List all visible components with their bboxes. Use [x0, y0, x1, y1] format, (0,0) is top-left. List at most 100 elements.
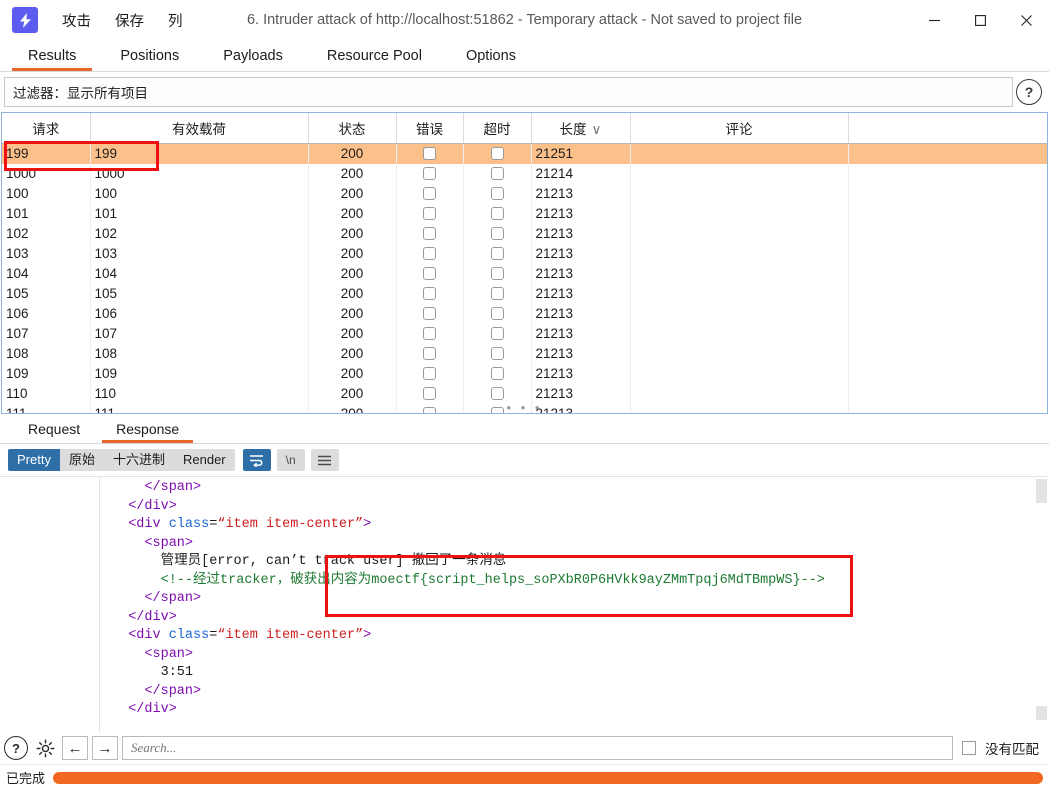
response-body-viewer[interactable]: </span> </div> <div class=“item item-cen…: [0, 476, 1049, 732]
table-row[interactable]: 105 105 200 21213: [2, 283, 1047, 304]
table-row[interactable]: 102 102 200 21213: [2, 223, 1047, 244]
tab-positions[interactable]: Positions: [98, 44, 201, 71]
timeout-checkbox[interactable]: [490, 147, 504, 161]
panel-splitter-handle[interactable]: • • •: [2, 401, 1047, 413]
table-row[interactable]: 106 106 200 21213: [2, 303, 1047, 324]
column-header-status[interactable]: 状态: [308, 113, 397, 144]
menu-item-attack[interactable]: 攻击: [50, 6, 103, 35]
error-checkbox[interactable]: [423, 187, 436, 201]
error-checkbox[interactable]: [423, 267, 436, 281]
cell-error: [396, 163, 464, 184]
timeout-checkbox[interactable]: [490, 227, 504, 241]
column-header-request[interactable]: 请求: [2, 113, 91, 144]
error-checkbox[interactable]: [423, 167, 436, 181]
table-row[interactable]: 104 104 200 21213: [2, 263, 1047, 284]
code-token-tag: <span>: [112, 646, 194, 662]
cell-status: 200: [308, 343, 397, 364]
table-row[interactable]: 107 107 200 21213: [2, 323, 1047, 344]
code-vertical-scrollbar-thumb[interactable]: [1036, 479, 1047, 503]
code-token-attr: class: [168, 517, 210, 532]
gear-icon[interactable]: [32, 735, 58, 761]
cell-timeout: [463, 203, 532, 224]
timeout-checkbox[interactable]: [490, 387, 504, 401]
show-newlines-icon[interactable]: \n: [276, 449, 305, 471]
search-option-checkbox[interactable]: [962, 741, 976, 755]
table-row[interactable]: 199 199 200 21251: [2, 143, 1047, 164]
search-prev-button[interactable]: ←: [62, 736, 88, 760]
error-checkbox[interactable]: [423, 367, 436, 381]
close-button[interactable]: [1003, 0, 1049, 40]
timeout-checkbox[interactable]: [490, 327, 504, 341]
table-row[interactable]: 109 109 200 21213: [2, 363, 1047, 384]
burp-intruder-window: 攻击 保存 列 6. Intruder attack of http://loc…: [0, 0, 1049, 790]
menu-item-save[interactable]: 保存: [103, 6, 156, 35]
tab-request[interactable]: Request: [10, 418, 98, 443]
column-header-payload[interactable]: 有效载荷: [90, 113, 309, 144]
error-checkbox[interactable]: [423, 387, 436, 401]
code-vertical-scrollbar-thumb-lower[interactable]: [1036, 706, 1047, 720]
cell-request: 199: [2, 143, 91, 164]
table-row[interactable]: 101 101 200 21213: [2, 203, 1047, 224]
code-token-str: “item item-center”: [217, 628, 364, 643]
table-row[interactable]: 103 103 200 21213: [2, 243, 1047, 264]
minimize-button[interactable]: [911, 0, 957, 40]
error-checkbox[interactable]: [423, 327, 436, 341]
search-input[interactable]: [122, 736, 953, 760]
word-wrap-icon[interactable]: [242, 449, 271, 471]
cell-length: 21213: [531, 183, 631, 204]
timeout-checkbox[interactable]: [490, 287, 504, 301]
window-controls: [911, 0, 1049, 40]
error-checkbox[interactable]: [423, 287, 436, 301]
view-mode-hex[interactable]: 十六进制: [104, 449, 174, 471]
view-mode-raw[interactable]: 原始: [60, 449, 104, 471]
search-next-button[interactable]: →: [92, 736, 118, 760]
column-header-timeout[interactable]: 超时: [463, 113, 532, 144]
error-checkbox[interactable]: [423, 227, 436, 241]
search-help-icon[interactable]: ?: [4, 736, 28, 760]
timeout-checkbox[interactable]: [490, 167, 504, 181]
cell-timeout: [463, 363, 532, 384]
cell-error: [396, 183, 464, 204]
column-header-comment[interactable]: 评论: [630, 113, 849, 144]
error-checkbox[interactable]: [423, 207, 436, 221]
filter-bar[interactable]: 过滤器：显示所有项目: [4, 77, 1013, 107]
tab-options[interactable]: Options: [444, 44, 538, 71]
timeout-checkbox[interactable]: [490, 307, 504, 321]
error-checkbox[interactable]: [423, 347, 436, 361]
help-icon[interactable]: ?: [1016, 79, 1042, 105]
error-checkbox[interactable]: [423, 247, 436, 261]
view-mode-render[interactable]: Render: [174, 449, 235, 471]
maximize-button[interactable]: [957, 0, 1003, 40]
code-token-tag: </div>: [112, 498, 177, 514]
timeout-checkbox[interactable]: [490, 247, 504, 261]
cell-comment: [630, 203, 849, 224]
timeout-checkbox[interactable]: [490, 187, 504, 201]
column-header-error[interactable]: 错误: [396, 113, 464, 144]
column-header-length[interactable]: 长度 ∨: [531, 113, 631, 144]
cell-comment: [630, 183, 849, 204]
more-options-icon[interactable]: [310, 449, 339, 471]
cell-error: [396, 243, 464, 264]
timeout-checkbox[interactable]: [490, 347, 504, 361]
cell-length: 21213: [531, 283, 631, 304]
cell-timeout: [463, 163, 532, 184]
code-token-str: “item item-center”: [217, 517, 364, 532]
tab-resource-pool[interactable]: Resource Pool: [305, 44, 444, 71]
code-token-tag: </div>: [112, 702, 177, 717]
table-row[interactable]: 108 108 200 21213: [2, 343, 1047, 364]
table-row[interactable]: 1000 1000 200 21214: [2, 163, 1047, 184]
cell-error: [396, 223, 464, 244]
error-checkbox[interactable]: [423, 147, 436, 161]
error-checkbox[interactable]: [423, 307, 436, 321]
view-mode-pretty[interactable]: Pretty: [8, 449, 60, 471]
tab-payloads[interactable]: Payloads: [201, 44, 305, 71]
timeout-checkbox[interactable]: [490, 367, 504, 381]
timeout-checkbox[interactable]: [490, 267, 504, 281]
menu-item-columns[interactable]: 列: [156, 6, 195, 35]
timeout-checkbox[interactable]: [490, 207, 504, 221]
tab-results[interactable]: Results: [6, 44, 98, 71]
tab-response[interactable]: Response: [98, 418, 197, 443]
request-response-tab-bar: Request Response: [0, 414, 1049, 444]
cell-spacer: [848, 204, 1047, 224]
table-row[interactable]: 100 100 200 21213: [2, 183, 1047, 204]
